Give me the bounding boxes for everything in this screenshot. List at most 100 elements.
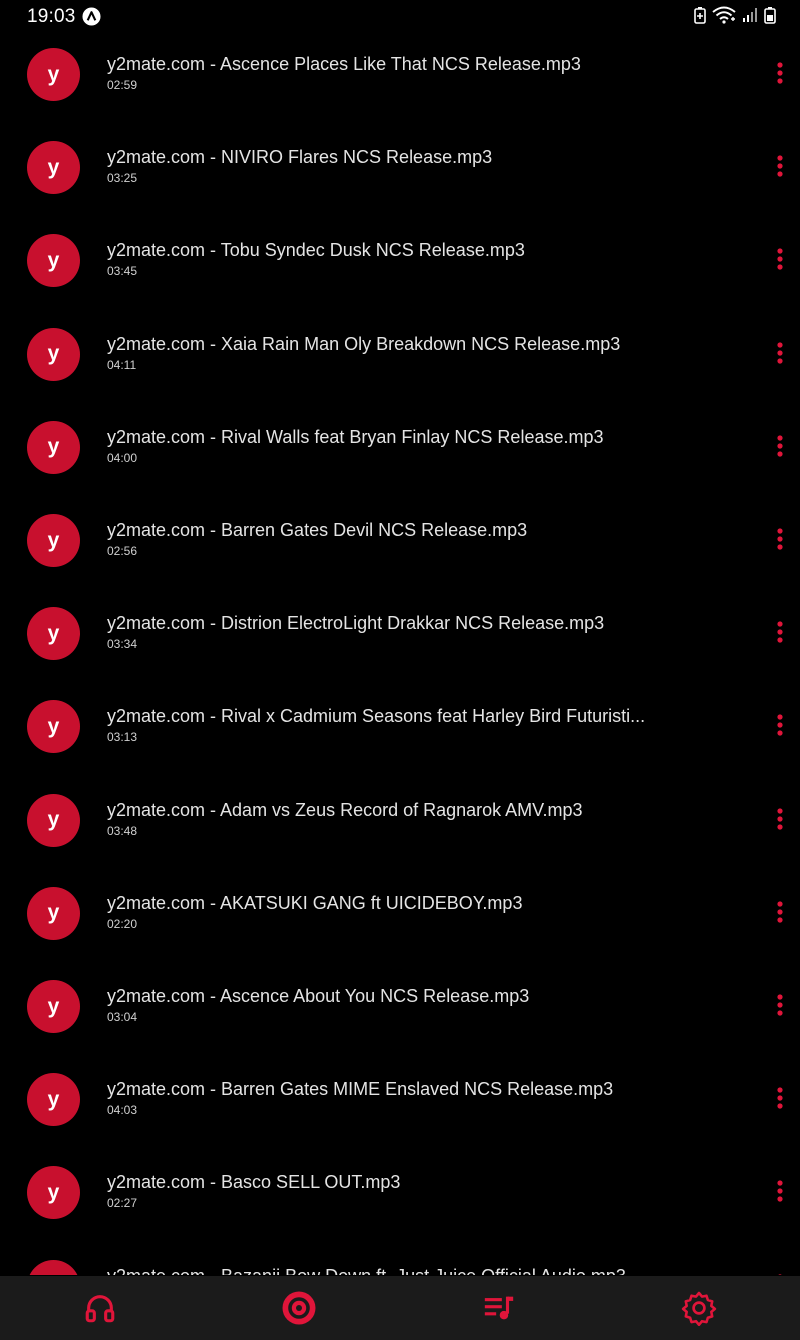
track-more-button[interactable] xyxy=(768,58,792,88)
track-row[interactable]: y y2mate.com - NIVIRO Flares NCS Release.… xyxy=(0,123,800,216)
track-title: y2mate.com - Ascence About You NCS Relea… xyxy=(107,986,530,1006)
track-row[interactable]: y y2mate.com - Basco SELL OUT.mp3 02:27 xyxy=(0,1148,800,1241)
track-duration: 02:20 xyxy=(107,916,138,931)
track-row[interactable]: y y2mate.com - Xaia Rain Man Oly Breakdow… xyxy=(0,310,800,403)
track-duration: 04:00 xyxy=(107,450,138,465)
track-duration: 02:27 xyxy=(107,1196,138,1211)
more-vert-icon xyxy=(777,714,783,736)
track-more-button[interactable] xyxy=(768,151,792,181)
status-time: 19:03 xyxy=(27,6,76,27)
nav-playlist-button[interactable] xyxy=(479,1290,519,1326)
track-more-button[interactable] xyxy=(768,1083,792,1113)
track-duration: 03:25 xyxy=(107,171,138,186)
nav-disc-button[interactable] xyxy=(279,1290,319,1326)
more-vert-icon xyxy=(777,435,783,457)
nav-headphones-button[interactable] xyxy=(80,1290,120,1326)
track-duration: 03:45 xyxy=(107,264,138,279)
track-more-button[interactable] xyxy=(768,1270,792,1275)
more-vert-icon xyxy=(777,994,783,1016)
more-vert-icon xyxy=(777,901,783,923)
track-more-button[interactable] xyxy=(768,431,792,461)
disc-icon xyxy=(282,1291,316,1325)
track-title: y2mate.com - Tobu Syndec Dusk NCS Releas… xyxy=(107,240,525,261)
track-avatar: y xyxy=(27,1073,80,1127)
track-avatar: y xyxy=(27,793,80,847)
track-title: y2mate.com - Xaia Rain Man Oly Breakdown… xyxy=(107,333,621,354)
track-row[interactable]: y y2mate.com - Ascence Places Like That N… xyxy=(0,30,800,123)
track-duration: 03:48 xyxy=(107,823,138,838)
track-row[interactable]: y y2mate.com - Barren Gates Devil NCS Rel… xyxy=(0,496,800,589)
track-row[interactable]: y y2mate.com - Rival Walls feat Bryan Fin… xyxy=(0,403,800,496)
track-title: y2mate.com - Adam vs Zeus Record of Ragn… xyxy=(107,799,583,820)
more-vert-icon xyxy=(777,1273,783,1275)
track-row[interactable]: y y2mate.com - Tobu Syndec Dusk NCS Relea… xyxy=(0,216,800,309)
track-title: y2mate.com - Bazanji Bow Down ft. Just J… xyxy=(107,1266,647,1275)
track-duration: 03:34 xyxy=(107,637,138,652)
track-row[interactable]: y y2mate.com - Ascence About You NCS Rele… xyxy=(0,962,800,1055)
nav-settings-button[interactable] xyxy=(679,1290,719,1326)
track-duration: 03:13 xyxy=(107,730,138,745)
track-duration: 04:03 xyxy=(107,1103,138,1118)
status-bar: 19:03 xyxy=(0,0,800,32)
track-avatar: y xyxy=(27,234,80,288)
more-vert-icon xyxy=(777,1180,783,1202)
track-avatar: y xyxy=(27,48,80,101)
track-more-button[interactable] xyxy=(768,338,792,368)
playlist-icon xyxy=(484,1296,514,1320)
track-avatar: y xyxy=(27,420,80,474)
headphones-icon xyxy=(85,1295,115,1323)
track-avatar: y xyxy=(27,886,80,940)
more-vert-icon xyxy=(777,807,783,830)
track-more-button[interactable] xyxy=(768,524,792,554)
battery-saver-icon xyxy=(694,7,706,24)
more-vert-icon xyxy=(777,528,783,550)
track-title: y2mate.com - Ascence Places Like That NC… xyxy=(107,54,581,74)
track-more-button[interactable] xyxy=(768,990,792,1020)
track-row[interactable]: y y2mate.com - Barren Gates MIME Enslaved… xyxy=(0,1055,800,1148)
track-avatar: y xyxy=(27,1259,80,1275)
track-more-button[interactable] xyxy=(768,244,792,274)
track-avatar: y xyxy=(27,141,80,195)
track-more-button[interactable] xyxy=(768,710,792,740)
track-avatar: y xyxy=(27,1166,80,1220)
more-vert-icon xyxy=(777,62,783,84)
track-title: y2mate.com - Rival x Cadmium Seasons fea… xyxy=(107,706,646,727)
track-duration: 03:04 xyxy=(107,1010,138,1024)
wifi-icon xyxy=(712,6,736,24)
bottom-nav xyxy=(0,1276,800,1340)
signal-icon xyxy=(743,8,757,22)
track-row[interactable]: y y2mate.com - Adam vs Zeus Record of Rag… xyxy=(0,776,800,869)
track-duration: 04:11 xyxy=(107,357,137,372)
track-avatar: y xyxy=(27,327,80,381)
track-list[interactable]: y y2mate.com - Ascence Places Like That N… xyxy=(0,30,800,1275)
track-row[interactable]: y y2mate.com - Rival x Cadmium Seasons fe… xyxy=(0,682,800,775)
track-title: y2mate.com - AKATSUKI GANG ft UICIDEBOY.… xyxy=(107,892,523,913)
more-vert-icon xyxy=(777,341,783,364)
track-more-button[interactable] xyxy=(768,1176,792,1206)
track-duration: 02:56 xyxy=(107,544,138,558)
track-more-button[interactable] xyxy=(768,617,792,647)
battery-icon xyxy=(764,7,776,24)
track-row[interactable]: y y2mate.com - AKATSUKI GANG ft UICIDEBOY… xyxy=(0,869,800,962)
settings-icon xyxy=(681,1291,717,1326)
track-avatar: y xyxy=(27,607,80,661)
more-vert-icon xyxy=(777,621,783,643)
track-avatar: y xyxy=(27,700,80,754)
triangle-a-icon xyxy=(82,7,101,26)
status-icons xyxy=(694,6,776,24)
more-vert-icon xyxy=(777,155,783,177)
track-title: y2mate.com - NIVIRO Flares NCS Release.m… xyxy=(107,147,493,168)
track-duration: 02:59 xyxy=(107,78,138,92)
track-more-button[interactable] xyxy=(768,804,792,834)
more-vert-icon xyxy=(777,248,783,270)
track-row[interactable]: y y2mate.com - Bazanji Bow Down ft. Just … xyxy=(0,1242,800,1275)
track-title: y2mate.com - Barren Gates MIME Enslaved … xyxy=(107,1079,614,1100)
track-avatar: y xyxy=(27,980,80,1033)
track-more-button[interactable] xyxy=(768,897,792,927)
track-avatar: y xyxy=(27,514,80,567)
track-title: y2mate.com - Barren Gates Devil NCS Rele… xyxy=(107,520,528,540)
track-title: y2mate.com - Distrion ElectroLight Drakk… xyxy=(107,613,605,634)
more-vert-icon xyxy=(777,1087,783,1109)
track-row[interactable]: y y2mate.com - Distrion ElectroLight Drak… xyxy=(0,589,800,682)
track-title: y2mate.com - Basco SELL OUT.mp3 xyxy=(107,1172,401,1193)
